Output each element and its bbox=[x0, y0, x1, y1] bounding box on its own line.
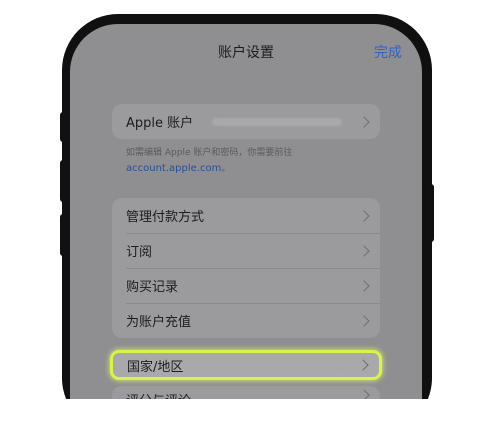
ratings-reviews-row[interactable]: 评分与评论 bbox=[112, 386, 380, 399]
chevron-right-icon bbox=[358, 389, 370, 399]
chevron-right-icon bbox=[358, 115, 370, 128]
country-region-label: 国家/地区 bbox=[127, 359, 184, 375]
chevron-right-icon bbox=[358, 244, 370, 257]
apple-account-group: Apple 账户 bbox=[112, 104, 380, 139]
account-link[interactable]: account.apple.com bbox=[126, 163, 221, 174]
phone-side-button bbox=[60, 112, 66, 142]
apple-account-note-text: 如需编辑 Apple 账户和密码，你需要前往 bbox=[126, 148, 293, 158]
apple-account-note: 如需编辑 Apple 账户和密码，你需要前往 account.apple.com… bbox=[126, 146, 366, 177]
chevron-right-icon bbox=[358, 314, 370, 327]
region-value-blurred bbox=[331, 361, 351, 369]
settings-screen: 账户设置 完成 Apple 账户 如需编辑 Apple 账户和密码，你需要前往 … bbox=[70, 24, 422, 399]
purchase-history-label: 购买记录 bbox=[126, 280, 179, 295]
subscriptions-row[interactable]: 订阅 bbox=[112, 233, 380, 268]
account-email-blurred bbox=[212, 118, 342, 126]
add-funds-label: 为账户充值 bbox=[126, 315, 192, 330]
phone-power-button bbox=[428, 184, 434, 242]
account-link-suffix: 。 bbox=[221, 164, 231, 174]
chevron-right-icon bbox=[358, 209, 370, 222]
done-button[interactable]: 完成 bbox=[374, 42, 402, 62]
add-funds-row[interactable]: 为账户充值 bbox=[112, 303, 380, 338]
subscriptions-label: 订阅 bbox=[126, 245, 153, 260]
ratings-reviews-label: 评分与评论 bbox=[126, 390, 191, 399]
manage-payment-row[interactable]: 管理付款方式 bbox=[112, 198, 380, 233]
phone-side-button bbox=[60, 214, 66, 256]
apple-account-label: Apple 账户 bbox=[126, 116, 194, 131]
chevron-right-icon bbox=[358, 279, 370, 292]
manage-payment-label: 管理付款方式 bbox=[126, 210, 205, 225]
phone-side-button bbox=[60, 160, 66, 202]
page-title: 账户设置 bbox=[218, 45, 274, 61]
country-region-row[interactable]: 国家/地区 bbox=[110, 350, 382, 380]
payment-group: 管理付款方式 订阅 购买记录 为账户充值 bbox=[112, 198, 380, 338]
apple-account-row[interactable]: Apple 账户 bbox=[112, 104, 380, 139]
bottom-crop bbox=[62, 399, 432, 443]
chevron-right-icon bbox=[357, 359, 369, 371]
ratings-group: 评分与评论 bbox=[112, 386, 380, 399]
country-region-row-content: 国家/地区 bbox=[113, 353, 379, 377]
purchase-history-row[interactable]: 购买记录 bbox=[112, 268, 380, 303]
